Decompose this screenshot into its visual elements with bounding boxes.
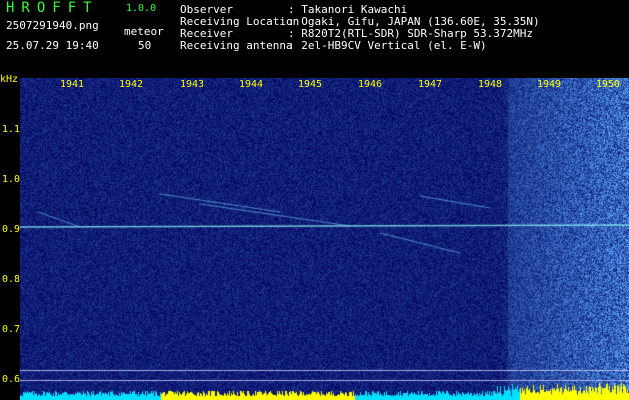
ytick-label: 0.8	[2, 274, 21, 285]
file-name: 2507291940.png	[6, 19, 99, 32]
xtick-label: 1948	[478, 79, 503, 90]
ytick-label: 1.0	[2, 174, 21, 185]
ytick-label: 1.1	[2, 124, 21, 135]
xtick-label: 1947	[418, 79, 443, 90]
app-version: 1.0.0	[126, 3, 157, 14]
meteor-count: 50	[138, 39, 152, 52]
ytick-label: 0.9	[2, 224, 21, 235]
xtick-label: 1942	[119, 79, 144, 90]
spectrogram-canvas	[20, 78, 629, 400]
xtick-label: 1941	[60, 79, 85, 90]
xtick-label: 1946	[358, 79, 383, 90]
meteor-label: meteor	[124, 25, 164, 38]
antenna-value: : 2el-HB9CV Vertical (el. E-W)	[288, 39, 487, 52]
antenna-key: Receiving antenna	[180, 39, 293, 52]
xtick-label: 1949	[537, 79, 562, 90]
xtick-label: 1944	[239, 79, 264, 90]
ytick-label: 0.7	[2, 324, 21, 335]
xtick-label: 1950	[596, 79, 621, 90]
app-title: HROFFT	[6, 0, 99, 16]
hrofft-window: { "app": { "title": "HROFFT", "version":…	[0, 0, 629, 400]
xtick-label: 1945	[298, 79, 323, 90]
ytick-label: 0.6	[2, 374, 21, 385]
xtick-label: 1943	[180, 79, 205, 90]
axis-unit-label: kHz	[0, 74, 19, 85]
file-datetime: 25.07.29 19:40	[6, 39, 99, 52]
